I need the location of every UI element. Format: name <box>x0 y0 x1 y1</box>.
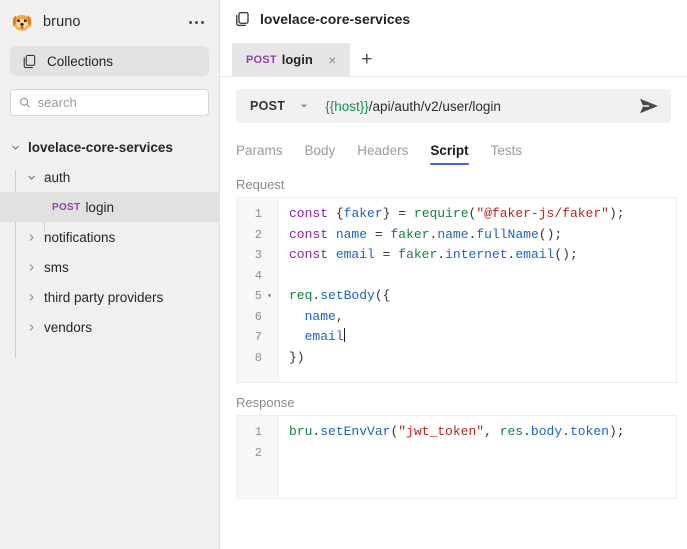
collection-tree: lovelace-core-services auth POST login n… <box>0 132 219 549</box>
tree-item-auth[interactable]: auth <box>0 162 219 192</box>
http-method-label: POST <box>250 99 286 113</box>
code-line-5: req.setBody({ <box>289 288 391 303</box>
sidebar: bruno Collections search lovelace-core-s… <box>0 0 220 549</box>
tab-tests[interactable]: Tests <box>491 143 523 164</box>
response-script-label: Response <box>236 395 295 410</box>
request-url-bar: POST {{host}}/api/auth/v2/user/login <box>236 89 671 123</box>
folders-icon <box>23 54 36 68</box>
chevron-right-icon <box>24 290 38 304</box>
line-number-row: 7▾ <box>254 330 262 345</box>
send-request-button[interactable] <box>627 89 671 123</box>
request-method-badge: POST <box>52 201 81 213</box>
tree-item-notifications[interactable]: notifications <box>0 222 219 252</box>
line-number-row: 5 ▾ <box>254 289 273 304</box>
tree-item-label: lovelace-core-services <box>28 139 173 155</box>
code-line-1: bru.setEnvVar("jwt_token", res.body.toke… <box>289 424 625 439</box>
line-number-row: 8▾ <box>254 350 262 365</box>
chevron-right-icon <box>24 320 38 334</box>
line-number-row: 1▾ <box>254 207 262 222</box>
request-tab-login[interactable]: POST login × <box>232 43 350 76</box>
chevron-down-icon <box>299 101 309 111</box>
code-line-1: const {faker} = require("@faker-js/faker… <box>289 206 625 221</box>
collections-button-label: Collections <box>47 53 114 69</box>
tab-body[interactable]: Body <box>305 143 336 164</box>
chevron-down-icon <box>24 170 38 184</box>
tab-headers[interactable]: Headers <box>357 143 408 164</box>
code-fold-toggle[interactable]: ▾ <box>266 291 273 301</box>
search-box[interactable] <box>10 89 209 116</box>
tree-item-label: third party providers <box>44 289 164 305</box>
line-number-row: 6▾ <box>254 309 262 324</box>
request-tab-bar: POST login × + <box>220 38 687 77</box>
brand-row: bruno <box>0 0 219 44</box>
ellipsis-icon[interactable] <box>185 13 207 31</box>
tab-label: login <box>281 52 313 67</box>
request-code-area[interactable]: const {faker} = require("@faker-js/faker… <box>279 198 676 382</box>
url-path: /api/auth/v2/user/login <box>368 98 501 114</box>
search-input[interactable] <box>37 95 200 110</box>
brand-name: bruno <box>43 14 81 30</box>
line-number-row: 2▾ <box>254 445 262 460</box>
chevron-right-icon <box>24 230 38 244</box>
bruno-app-window: bruno Collections search lovelace-core-s… <box>0 0 687 549</box>
code-line-8: }) <box>289 349 305 365</box>
close-icon[interactable]: × <box>326 53 339 67</box>
line-number-row: 4▾ <box>254 268 262 283</box>
collections-button[interactable]: Collections <box>10 46 209 76</box>
line-number-row: 1▾ <box>254 425 262 440</box>
tree-item-label: login <box>85 199 114 215</box>
text-cursor <box>343 328 345 342</box>
url-variable: {{host}} <box>325 98 369 114</box>
line-number-row: 2▾ <box>254 227 262 242</box>
tree-item-lovelace-core-services[interactable]: lovelace-core-services <box>0 132 219 162</box>
tree-item-vendors[interactable]: vendors <box>0 312 219 342</box>
bruno-dog-logo <box>12 14 32 31</box>
request-script-label: Request <box>236 177 285 192</box>
tree-item-label: vendors <box>44 319 93 335</box>
request-editor-gutter: 1▾ 2▾ 3▾ 4▾ 5▾ 6▾ 7▾ 8▾ <box>237 198 279 382</box>
tree-item-third-party-providers[interactable]: third party providers <box>0 282 219 312</box>
http-method-selector[interactable]: POST <box>236 99 317 113</box>
collection-title: lovelace-core-services <box>260 11 411 27</box>
response-code-area[interactable]: bru.setEnvVar("jwt_token", res.body.toke… <box>279 416 676 498</box>
request-pane-tabs: Params Body Headers Script Tests <box>236 136 671 165</box>
add-tab-button[interactable]: + <box>350 43 384 76</box>
tree-item-label: auth <box>44 169 71 185</box>
search-icon <box>20 97 30 108</box>
response-editor-gutter: 1▾ 2▾ <box>237 416 279 498</box>
tree-item-login[interactable]: POST login <box>0 192 219 222</box>
main-panel: lovelace-core-services POST login × + PO… <box>220 0 687 549</box>
collection-header: lovelace-core-services <box>220 0 687 38</box>
code-line-7: email <box>304 328 345 344</box>
chevron-right-icon <box>24 260 38 274</box>
tab-params[interactable]: Params <box>236 143 283 164</box>
line-number-row: 3▾ <box>254 248 262 263</box>
code-line-3: const email = faker.internet.email(); <box>289 247 578 262</box>
chevron-down-icon <box>8 140 22 154</box>
request-script-editor[interactable]: 1▾ 2▾ 3▾ 4▾ 5▾ 6▾ 7▾ 8▾ const {faker} = … <box>236 197 677 383</box>
tree-item-label: notifications <box>44 229 116 245</box>
tree-item-label: sms <box>44 259 69 275</box>
send-arrow-icon <box>640 98 658 114</box>
code-line-6: name, <box>304 308 344 324</box>
folders-icon <box>236 11 249 27</box>
response-script-editor[interactable]: 1▾ 2▾ bru.setEnvVar("jwt_token", res.bod… <box>236 415 677 499</box>
tree-item-sms[interactable]: sms <box>0 252 219 282</box>
tab-script[interactable]: Script <box>430 143 469 165</box>
request-url-input[interactable]: {{host}}/api/auth/v2/user/login <box>317 99 627 114</box>
tab-method-badge: POST <box>246 53 277 66</box>
code-line-2: const name = faker.name.fullName(); <box>289 226 563 242</box>
